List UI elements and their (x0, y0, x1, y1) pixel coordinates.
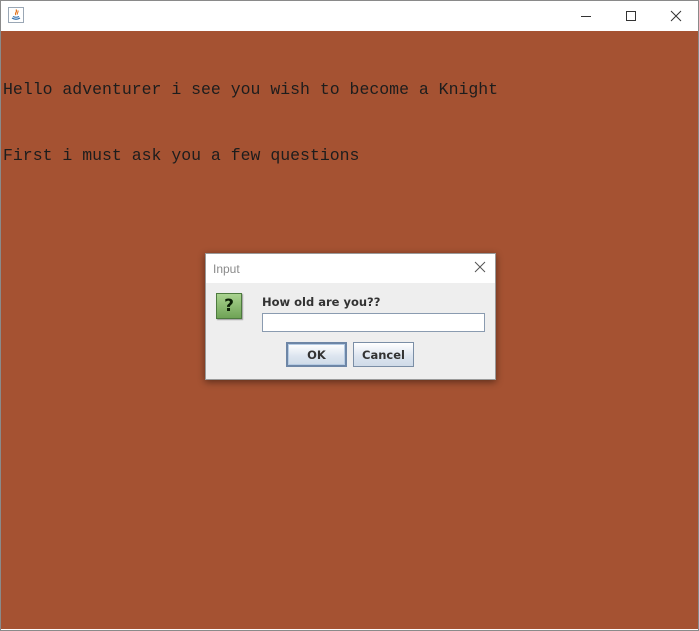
answer-input[interactable] (262, 313, 485, 332)
maximize-button[interactable] (608, 1, 653, 30)
dialog-title: Input (213, 262, 240, 276)
story-text-area: Hello adventurer i see you wish to becom… (3, 35, 693, 211)
story-line-2: First i must ask you a few questions (3, 146, 360, 165)
prompt-label: How old are you?? (262, 295, 381, 309)
close-icon (670, 10, 682, 22)
dialog-title-bar[interactable]: Input (206, 254, 495, 283)
maximize-icon (625, 10, 637, 22)
java-app-icon (8, 7, 24, 23)
minimize-button[interactable] (563, 1, 608, 30)
dialog-close-button[interactable] (470, 259, 490, 279)
story-line-1: Hello adventurer i see you wish to becom… (3, 80, 499, 99)
close-button[interactable] (653, 1, 698, 30)
ok-button[interactable]: OK (286, 342, 347, 367)
title-bar[interactable] (1, 1, 698, 31)
minimize-icon (580, 10, 592, 22)
cancel-button[interactable]: Cancel (353, 342, 414, 367)
app-window: Hello adventurer i see you wish to becom… (0, 0, 699, 631)
close-icon (474, 260, 486, 278)
input-dialog: Input ? How old are you?? OK Cancel (205, 253, 496, 380)
question-icon: ? (216, 293, 242, 319)
